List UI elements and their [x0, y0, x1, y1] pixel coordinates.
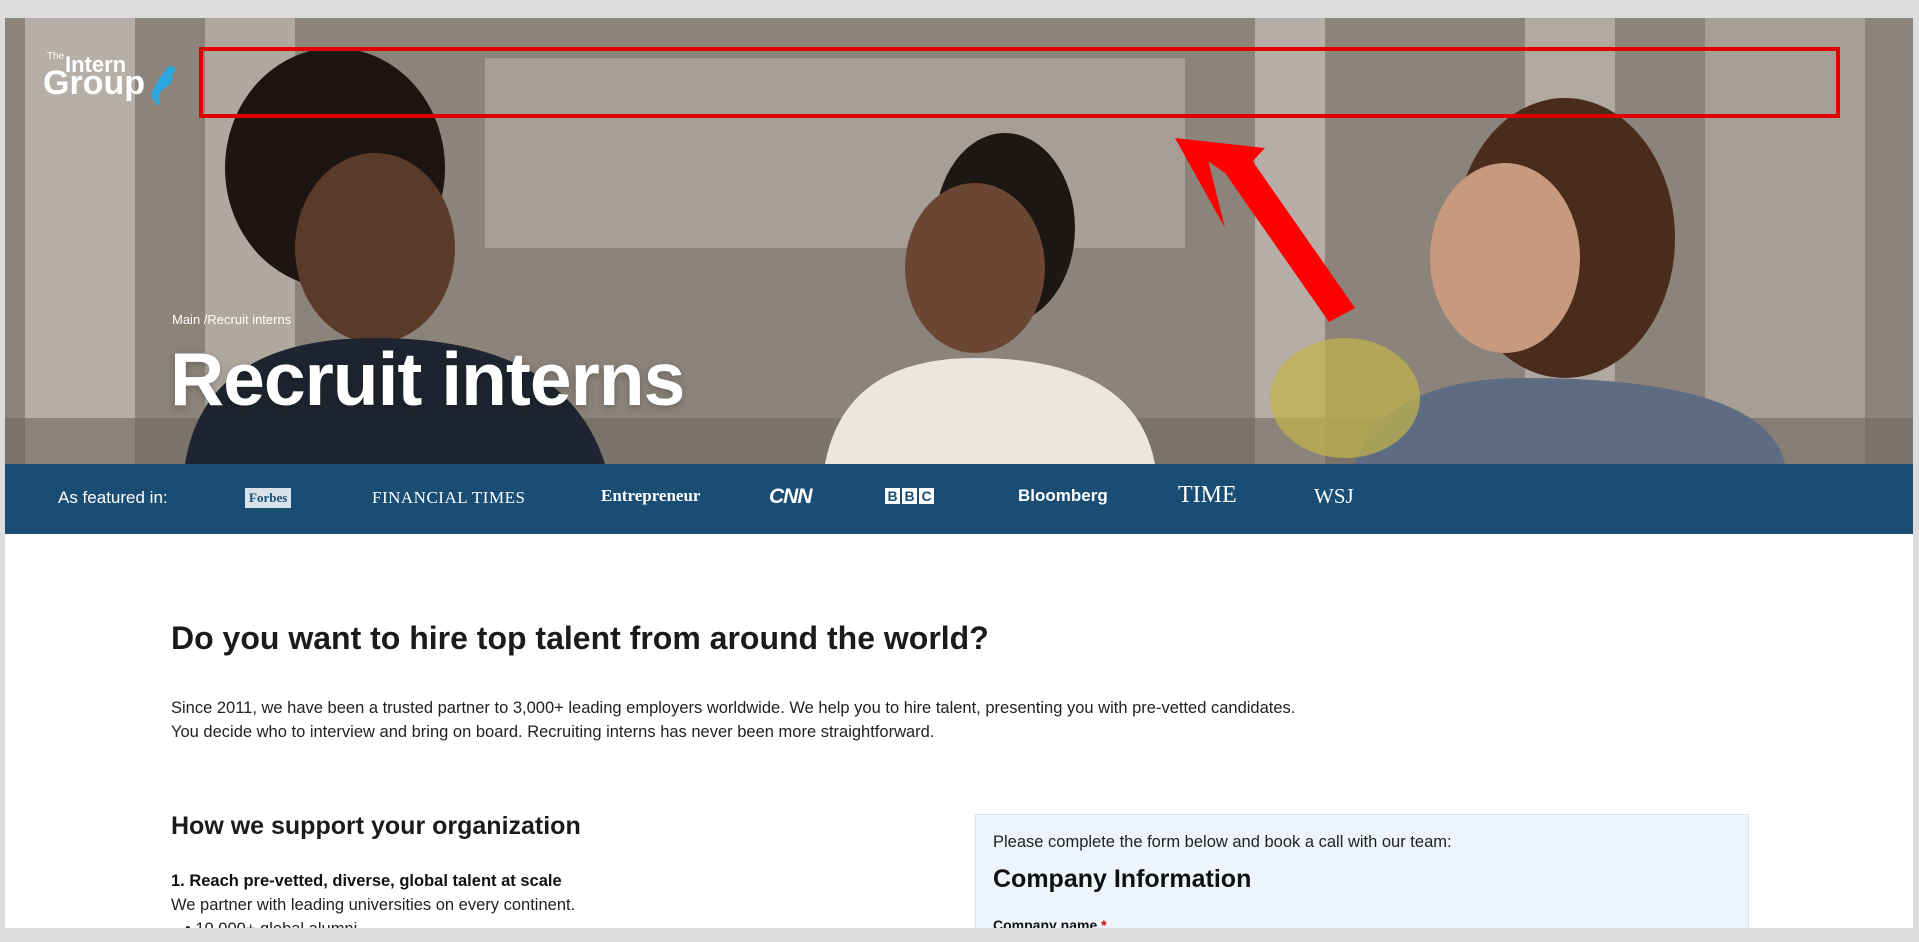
forbes-logo: Forbes	[245, 488, 292, 508]
required-mark: *	[1101, 917, 1107, 928]
breadcrumb[interactable]: Main /Recruit interns	[172, 312, 291, 327]
entrepreneur-logo: Entrepreneur	[601, 486, 701, 505]
hero-banner: The Intern Group Main /Recruit interns R…	[5, 18, 1913, 464]
support-heading: How we support your organization	[171, 812, 581, 840]
intro-text: Since 2011, we have been a trusted partn…	[171, 696, 1471, 744]
support-item-bullet: • 10,000+ global alumni	[185, 920, 357, 928]
bbc-logo: BBC	[885, 488, 936, 504]
intro-line-1: Since 2011, we have been a trusted partn…	[171, 699, 1296, 717]
form-intro-text: Please complete the form below and book …	[993, 833, 1452, 851]
time-logo: TIME	[1178, 482, 1237, 508]
wsj-logo: WSJ	[1314, 484, 1354, 508]
support-item-description: We partner with leading universities on …	[171, 896, 576, 914]
support-item-title: 1. Reach pre-vetted, diverse, global tal…	[171, 872, 562, 890]
form-heading: Company Information	[993, 865, 1252, 893]
annotation-highlight-box	[199, 47, 1840, 118]
intern-group-logo[interactable]: The Intern Group	[43, 52, 175, 106]
annotation-arrow-icon	[1175, 138, 1355, 322]
company-name-label: Company name *	[993, 917, 1107, 928]
intro-line-2: You decide who to interview and bring on…	[171, 723, 935, 741]
company-info-form: Please complete the form below and book …	[975, 814, 1749, 928]
logo-text-intern: Intern	[65, 52, 127, 77]
featured-in-bar: As featured in: Forbes FINANCIAL TIMES E…	[5, 464, 1913, 534]
company-name-label-text: Company name	[993, 917, 1098, 928]
financial-times-logo: FINANCIAL TIMES	[372, 488, 526, 507]
page-title: Recruit interns	[170, 337, 685, 421]
bloomberg-logo: Bloomberg	[1018, 486, 1108, 505]
logo-swirl-icon	[152, 66, 175, 106]
cnn-logo: CNN	[769, 485, 812, 508]
browser-viewport: The Intern Group Main /Recruit interns R…	[5, 18, 1913, 928]
featured-label: As featured in:	[58, 488, 168, 507]
main-heading: Do you want to hire top talent from arou…	[171, 620, 989, 656]
